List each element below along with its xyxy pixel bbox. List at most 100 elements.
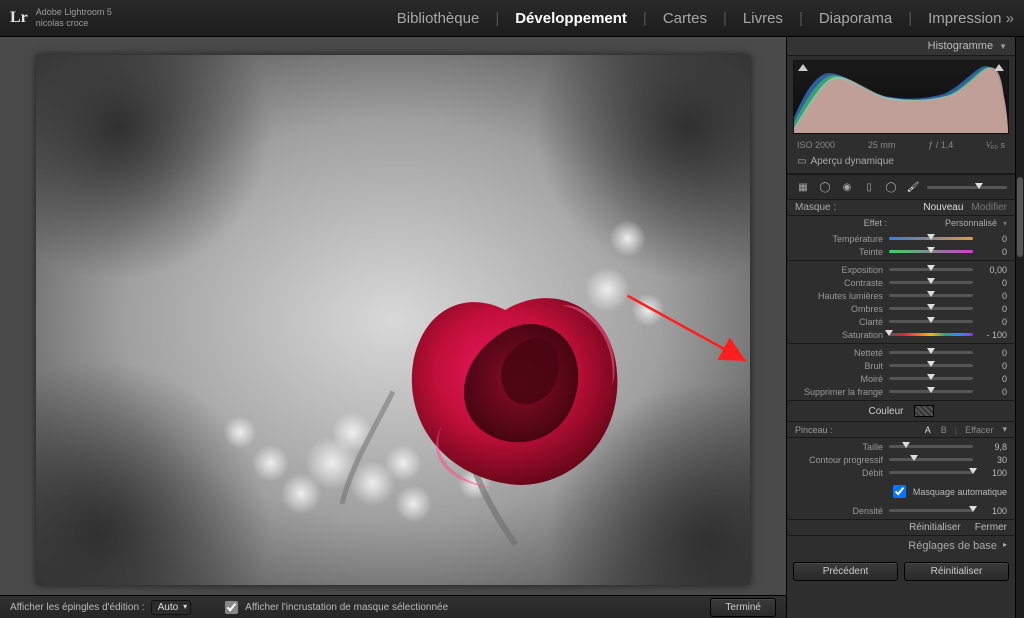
slider-track[interactable] — [889, 377, 973, 380]
histogram-header[interactable]: Histogramme ▼ — [787, 37, 1015, 56]
mask-overlay-check[interactable]: Afficher l'incrustation de masque sélect… — [221, 598, 448, 617]
slider-track[interactable] — [889, 351, 973, 354]
slider-value: 0 — [979, 278, 1007, 288]
slider-track[interactable] — [889, 445, 973, 448]
slider-track[interactable] — [889, 281, 973, 284]
slider-track[interactable] — [889, 250, 973, 253]
nav-buttons: Précédent Réinitialiser — [787, 556, 1015, 587]
done-button[interactable]: Terminé — [710, 598, 776, 617]
effect-value[interactable]: Personnalisé — [893, 218, 997, 228]
slider-track[interactable] — [889, 237, 973, 240]
slider-track[interactable] — [889, 458, 973, 461]
lightroom-app: Lr Adobe Lightroom 5 nicolas croce Bibli… — [0, 0, 1024, 618]
product-name: Adobe Lightroom 5 — [36, 7, 112, 18]
right-panel: Histogramme ▼ ISO 2000 25 mm ƒ / 1,4 ¹⁄₆… — [786, 37, 1015, 618]
id-block: Adobe Lightroom 5 nicolas croce — [36, 7, 112, 29]
scrollbar-thumb[interactable] — [1017, 177, 1023, 257]
slider-value: 100 — [979, 506, 1007, 516]
slider-label: Contraste — [791, 278, 883, 288]
crop-tool-icon[interactable]: ▦ — [795, 179, 811, 195]
slider-taille[interactable]: Taille 9,8 — [791, 440, 1007, 453]
color-label: Couleur — [868, 406, 903, 417]
redeye-tool-icon[interactable]: ◉ — [839, 179, 855, 195]
exif-bar: ISO 2000 25 mm ƒ / 1,4 ¹⁄₆₀ s — [787, 138, 1015, 152]
mask-overlay-checkbox[interactable] — [225, 601, 238, 614]
slider-densit-[interactable]: Densité 100 — [791, 504, 1007, 517]
highlight-clip-icon[interactable] — [994, 64, 1004, 71]
brush-footer: Réinitialiser Fermer — [787, 520, 1015, 536]
slider-value: 30 — [979, 455, 1007, 465]
slider-label: Bruit — [791, 361, 883, 371]
slider-value: 0 — [979, 234, 1007, 244]
slider-nettet-[interactable]: Netteté 0 — [791, 346, 1007, 359]
slider-label: Densité — [791, 506, 883, 516]
exif-shutter: ¹⁄₆₀ s — [986, 140, 1005, 150]
smart-preview-row: ▭ Aperçu dynamique — [787, 152, 1015, 174]
slider-value: 0 — [979, 348, 1007, 358]
slider-track[interactable] — [889, 320, 973, 323]
slider-label: Température — [791, 234, 883, 244]
automask-checkbox[interactable] — [893, 485, 906, 498]
nav-develop[interactable]: Développement — [515, 10, 627, 27]
slider-track[interactable] — [889, 333, 973, 336]
slider-value: 0 — [979, 304, 1007, 314]
brush-a-button[interactable]: A — [925, 425, 931, 435]
brush-b-button[interactable]: B — [941, 425, 947, 435]
radial-tool-icon[interactable]: ◯ — [883, 179, 899, 195]
pins-mode-dropdown[interactable]: Auto — [151, 600, 192, 615]
slider-d-bit[interactable]: Débit 100 — [791, 466, 1007, 479]
basic-panel-header[interactable]: Réglages de base ▸ — [787, 536, 1015, 556]
slider-track[interactable] — [889, 509, 973, 512]
slider-exposition[interactable]: Exposition 0,00 — [791, 263, 1007, 276]
slider-label: Teinte — [791, 247, 883, 257]
slider-track[interactable] — [889, 307, 973, 310]
slider-supprimer-la-frange[interactable]: Supprimer la frange 0 — [791, 385, 1007, 398]
slider-contour-progressif[interactable]: Contour progressif 30 — [791, 453, 1007, 466]
nav-book[interactable]: Livres — [743, 10, 783, 27]
effect-row[interactable]: Effet : Personnalisé ▾ — [787, 216, 1015, 230]
color-row[interactable]: Couleur — [787, 401, 1015, 422]
reset-button[interactable]: Réinitialiser — [904, 562, 1009, 581]
slider-track[interactable] — [889, 364, 973, 367]
nav-slideshow[interactable]: Diaporama — [819, 10, 892, 27]
previous-button[interactable]: Précédent — [793, 562, 898, 581]
spot-tool-icon[interactable]: ◯ — [817, 179, 833, 195]
slider-hautes-lumi-res[interactable]: Hautes lumières 0 — [791, 289, 1007, 302]
sliders-group-detail: Netteté 0 Bruit 0 Moiré 0 Supprimer la f… — [787, 344, 1015, 401]
viewer-toolbar: Afficher les épingles d'édition : Auto A… — [0, 595, 786, 618]
slider-bruit[interactable]: Bruit 0 — [791, 359, 1007, 372]
slider-saturation[interactable]: Saturation - 100 — [791, 328, 1007, 341]
nav-map[interactable]: Cartes — [663, 10, 707, 27]
slider-track[interactable] — [889, 471, 973, 474]
panel-scrollbar[interactable] — [1015, 37, 1024, 618]
slider-label: Ombres — [791, 304, 883, 314]
slider-contraste[interactable]: Contraste 0 — [791, 276, 1007, 289]
slider-value: 0 — [979, 291, 1007, 301]
slider-track[interactable] — [889, 294, 973, 297]
slider-track[interactable] — [889, 268, 973, 271]
smart-preview-label: Aperçu dynamique — [810, 156, 893, 167]
chevron-down-icon: ▾ — [1003, 219, 1007, 228]
slider-teinte[interactable]: Teinte 0 — [791, 245, 1007, 258]
brush-erase-button[interactable]: Effacer — [965, 425, 993, 435]
slider-ombres[interactable]: Ombres 0 — [791, 302, 1007, 315]
slider-label: Hautes lumières — [791, 291, 883, 301]
mask-edit-button[interactable]: Modifier — [971, 202, 1007, 213]
image-canvas[interactable] — [36, 55, 750, 585]
tool-size-slider[interactable] — [927, 186, 1007, 189]
automask-row[interactable]: Masquage automatique — [787, 481, 1015, 502]
slider-clart-[interactable]: Clarté 0 — [791, 315, 1007, 328]
nav-print[interactable]: Impression — [928, 10, 1014, 27]
slider-moir-[interactable]: Moiré 0 — [791, 372, 1007, 385]
mask-new-button[interactable]: Nouveau — [923, 202, 963, 213]
slider-temp-rature[interactable]: Température 0 — [791, 232, 1007, 245]
gradient-tool-icon[interactable]: ▯ — [861, 179, 877, 195]
reset-brush-button[interactable]: Réinitialiser — [909, 522, 961, 533]
close-brush-button[interactable]: Fermer — [975, 522, 1007, 533]
nav-library[interactable]: Bibliothèque — [397, 10, 480, 27]
brush-tool-icon[interactable]: 🖌 — [905, 179, 921, 195]
slider-track[interactable] — [889, 390, 973, 393]
color-swatch[interactable] — [914, 405, 934, 417]
histogram-chart[interactable] — [793, 60, 1009, 134]
shadow-clip-icon[interactable] — [798, 64, 808, 71]
